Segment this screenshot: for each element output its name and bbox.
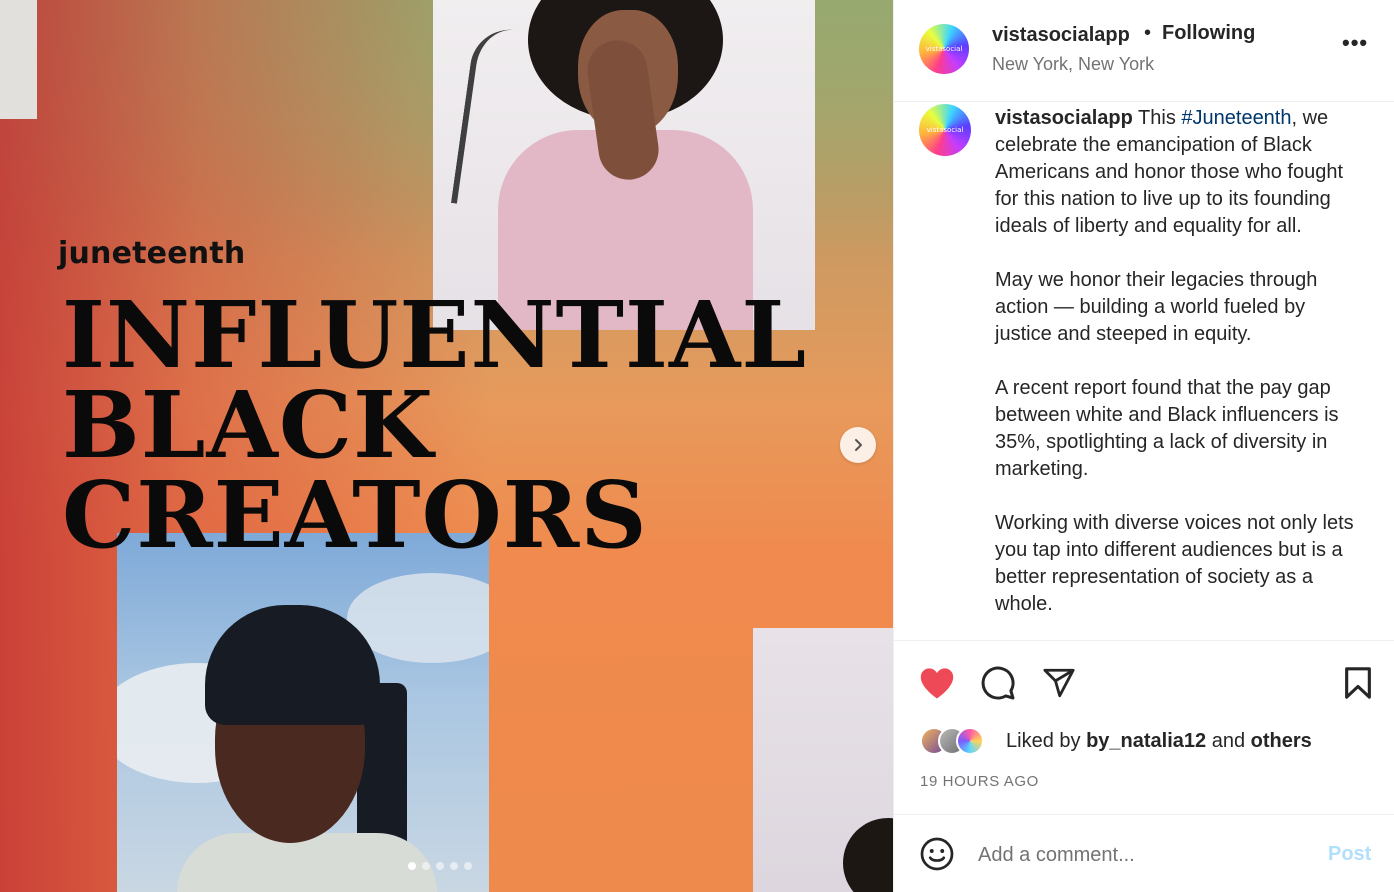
following-button[interactable]: Following: [1162, 22, 1255, 45]
chevron-right-icon: [855, 439, 862, 451]
emoji-button[interactable]: [919, 836, 955, 872]
more-options-icon[interactable]: •••: [1342, 30, 1368, 56]
media-small-title: juneteenth: [58, 236, 246, 271]
headline-line: BLACK: [62, 371, 435, 479]
comment-bubble-icon: [981, 666, 1015, 700]
headline-line: CREATORS: [62, 461, 648, 569]
like-button[interactable]: [917, 665, 957, 701]
headline-line: INFLUENTIAL: [62, 281, 808, 389]
caption-avatar[interactable]: vistasocial: [919, 104, 971, 156]
caption-username[interactable]: vistasocialapp: [995, 107, 1133, 129]
carousel-indicator: [408, 862, 472, 870]
bookmark-icon: [1345, 667, 1371, 699]
liker-avatars[interactable]: [920, 727, 984, 755]
grey-block: [0, 0, 37, 119]
media-headline: INFLUENTIAL BLACK CREATORS: [62, 281, 808, 569]
next-slide-button[interactable]: [840, 427, 876, 463]
carousel-dot: [408, 862, 416, 870]
post-header: vistasocial vistasocialapp • Following N…: [894, 0, 1394, 102]
carousel-dot: [436, 862, 444, 870]
avatar[interactable]: vistasocial: [919, 24, 969, 74]
caption-paragraph: May we honor their legacies through acti…: [995, 269, 1318, 345]
caption-scroll-area[interactable]: vistasocial vistasocialapp This #Junetee…: [894, 102, 1394, 640]
post-username[interactable]: vistasocialapp: [992, 24, 1130, 47]
post-sidebar: vistasocial vistasocialapp • Following N…: [893, 0, 1394, 892]
liker-username[interactable]: by_natalia12: [1086, 730, 1206, 752]
post-timestamp[interactable]: 19 HOURS AGO: [920, 773, 1039, 790]
caption-text: vistasocialapp This #Juneteenth, we cele…: [995, 105, 1365, 640]
carousel-dot: [422, 862, 430, 870]
heart-filled-icon: [920, 668, 954, 699]
photo-partial-right: [753, 628, 893, 892]
actions-section: Liked by by_natalia12 and others 19 HOUR…: [894, 640, 1394, 815]
post-image[interactable]: juneteenth INFLUENTIAL BLACK CREATORS: [0, 0, 893, 892]
comment-input[interactable]: [978, 841, 1298, 869]
caption-paragraph: A recent report found that the pay gap b…: [995, 377, 1339, 480]
hashtag-link[interactable]: #Juneteenth: [1181, 107, 1291, 129]
separator-dot: •: [1144, 22, 1152, 44]
share-button[interactable]: [1039, 665, 1079, 701]
liked-by-text: Liked by by_natalia12 and others: [1006, 730, 1312, 752]
caption-paragraph: Working with diverse voices not only let…: [995, 512, 1354, 615]
comment-bar: Post: [894, 815, 1394, 892]
paper-plane-icon: [1043, 668, 1075, 698]
comment-button[interactable]: [978, 665, 1018, 701]
carousel-dot: [464, 862, 472, 870]
post-location[interactable]: New York, New York: [992, 54, 1154, 75]
likes-others-link[interactable]: others: [1251, 730, 1312, 752]
photo-man-durag: [117, 533, 489, 892]
carousel-dot: [450, 862, 458, 870]
save-button[interactable]: [1338, 665, 1378, 701]
smiley-face-icon: [920, 837, 954, 871]
liker-avatar: [956, 727, 984, 755]
post-comment-button[interactable]: Post: [1328, 843, 1371, 866]
